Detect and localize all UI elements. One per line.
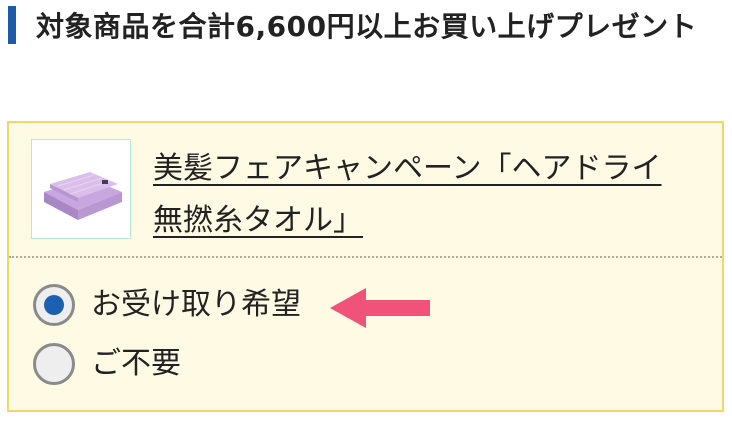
product-name-link[interactable]: 美髪フェアキャンペーン「ヘアドライ 無撚糸タオル」 — [153, 143, 683, 247]
option-not-needed-label: ご不要 — [91, 346, 181, 381]
dotted-divider — [9, 256, 722, 258]
heading-title: 対象商品を合計6,600円以上お買い上げプレゼント — [36, 10, 698, 43]
radio-not-needed[interactable] — [33, 343, 75, 385]
left-arrow-icon — [330, 288, 430, 328]
product-image[interactable] — [31, 139, 131, 239]
option-not-needed[interactable]: ご不要 — [33, 341, 453, 387]
option-receive-label: お受け取り希望 — [91, 287, 301, 322]
radio-selected-dot — [44, 295, 64, 315]
radio-receive-selected[interactable] — [33, 284, 75, 326]
towel-image-icon — [32, 140, 130, 238]
product-row: 美髪フェアキャンペーン「ヘアドライ 無撚糸タオル」 — [9, 123, 722, 256]
section-heading: 対象商品を合計6,600円以上お買い上げプレゼント — [8, 2, 724, 106]
gift-selection-box: 美髪フェアキャンペーン「ヘアドライ 無撚糸タオル」 お受け取り希望 ご不要 — [7, 121, 724, 412]
